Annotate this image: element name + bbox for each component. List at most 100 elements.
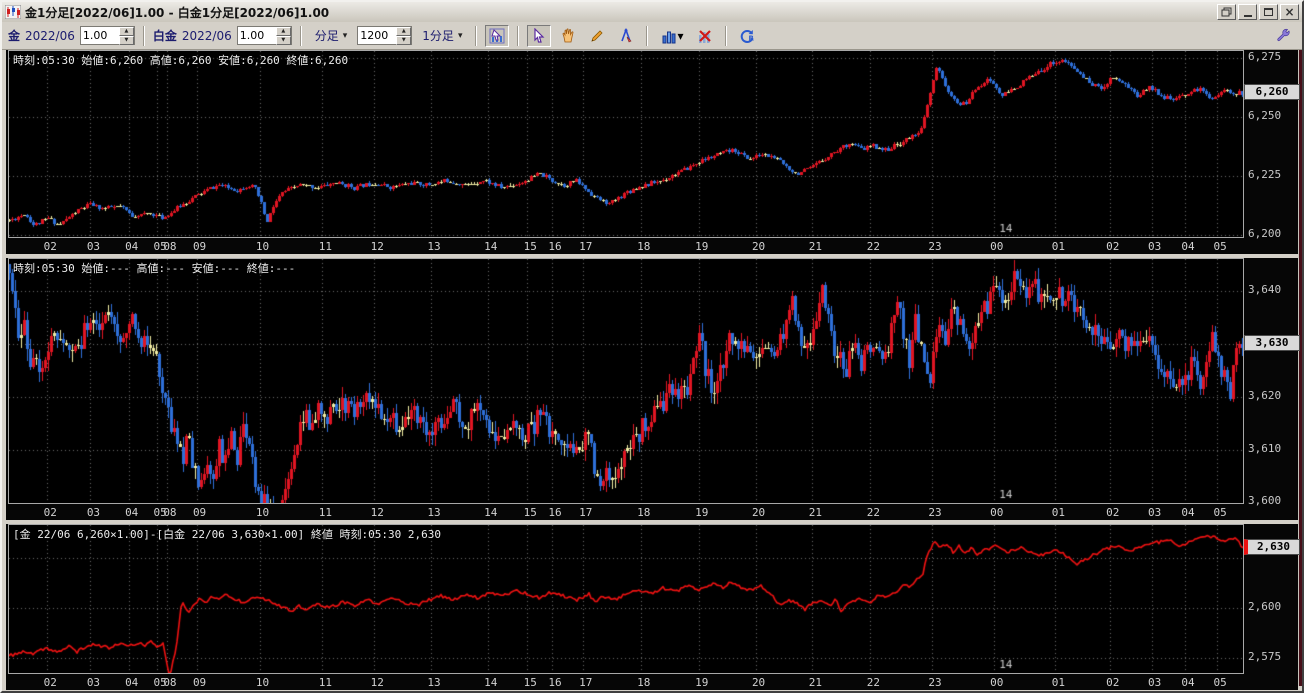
time-axis-label: 19 (695, 676, 708, 689)
platinum-candles-canvas[interactable] (9, 259, 1243, 503)
time-axis-label: 14 (484, 506, 497, 519)
price-axis-label: 3,610 (1248, 442, 1281, 455)
time-axis-label: 04 (1181, 240, 1194, 253)
spread-line-canvas[interactable] (9, 525, 1243, 673)
bar-count-spinbox[interactable]: ▲ ▼ (357, 26, 412, 45)
candlestick-app-icon (5, 5, 21, 19)
platinum-price-axis: 3,6003,6103,6203,6303,640 (1246, 258, 1298, 504)
gold-multiplier-spin-arrows[interactable]: ▲ ▼ (119, 27, 134, 44)
float-window-button[interactable] (1217, 4, 1236, 20)
gold-chart-info: 時刻:05:30 始値:6,260 高値:6,260 安値:6,260 終値:6… (13, 52, 348, 68)
refresh-button[interactable]: R (735, 25, 759, 47)
time-axis-label: 08 (163, 676, 176, 689)
price-axis-label: 3,620 (1248, 389, 1281, 402)
maximize-button[interactable] (1259, 4, 1278, 20)
time-axis-label: 22 (867, 506, 880, 519)
gold-candles-canvas[interactable] (9, 51, 1243, 237)
title-bar: 金1分足[2022/06]1.00 - 白金1分足[2022/06]1.00 × (2, 2, 1302, 22)
time-axis-label: 04 (125, 240, 138, 253)
time-axis-label: 10 (256, 240, 269, 253)
time-axis-label: 21 (809, 676, 822, 689)
chevron-down-icon: ▾ (677, 29, 683, 43)
close-button[interactable]: × (1280, 4, 1299, 20)
chart-cursor-tool-button[interactable] (485, 25, 509, 47)
spin-down-icon[interactable]: ▼ (119, 36, 134, 45)
draw-tools-button[interactable] (614, 25, 638, 47)
gold-chart-panel: 時刻:05:30 始値:6,260 高値:6,260 安値:6,260 終値:6… (6, 50, 1298, 254)
time-axis-label: 00 (990, 240, 1003, 253)
gold-price-badge: 6,260 (1244, 84, 1300, 100)
price-axis-label: 6,225 (1248, 168, 1281, 181)
pencil-icon (589, 28, 605, 44)
time-axis-label: 05 (1213, 506, 1226, 519)
time-axis-label: 05 (1213, 676, 1226, 689)
remove-chart-button[interactable] (693, 25, 717, 47)
bar-count-spin-arrows[interactable]: ▲ ▼ (396, 27, 411, 44)
wrench-icon (1276, 28, 1292, 44)
price-axis-label: 6,275 (1248, 50, 1281, 63)
time-axis-label: 10 (256, 506, 269, 519)
time-axis-label: 01 (1052, 240, 1065, 253)
time-axis-label: 18 (637, 676, 650, 689)
platinum-contract-month: 2022/06 (182, 29, 232, 43)
toolbar-separator (143, 26, 145, 46)
chart-type-button[interactable]: ▾ (656, 25, 688, 47)
minimize-button[interactable] (1238, 4, 1257, 20)
spin-up-icon[interactable]: ▲ (396, 27, 411, 36)
interval-type-dropdown[interactable]: 分足 ▾ (310, 24, 353, 47)
platinum-multiplier-spin-arrows[interactable]: ▲ ▼ (276, 27, 291, 44)
spin-down-icon[interactable]: ▼ (396, 36, 411, 45)
platinum-plot: 時刻:05:30 始値:--- 高値:--- 安値:--- 終値:--- (8, 258, 1244, 504)
float-icon (1221, 7, 1232, 17)
time-axis-label: 03 (1148, 240, 1161, 253)
bar-count-input[interactable] (358, 27, 396, 44)
platinum-price-badge: 3,630 (1244, 335, 1300, 351)
toolbar-separator (646, 26, 648, 46)
spin-down-icon[interactable]: ▼ (276, 36, 291, 45)
time-axis-label: 16 (548, 240, 561, 253)
spin-up-icon[interactable]: ▲ (119, 27, 134, 36)
time-axis-label: 14 (484, 676, 497, 689)
timeframe-dropdown[interactable]: 1分足 ▾ (417, 24, 467, 47)
spread-chart-info: [金 22/06 6,260×1.00]-[白金 22/06 3,630×1.0… (13, 526, 441, 542)
time-axis-label: 12 (371, 506, 384, 519)
time-axis-label: 04 (125, 676, 138, 689)
time-axis-label: 04 (1181, 676, 1194, 689)
pan-tool-button[interactable] (556, 25, 580, 47)
platinum-multiplier-spinbox[interactable]: ▲ ▼ (237, 26, 292, 45)
gold-contract-month: 2022/06 (25, 29, 75, 43)
settings-button[interactable] (1272, 25, 1296, 47)
time-axis-label: 11 (319, 676, 332, 689)
gold-multiplier-input[interactable] (81, 27, 119, 44)
price-axis-label: 3,600 (1248, 494, 1281, 507)
minimize-icon (1244, 15, 1252, 17)
toolbar-separator (517, 26, 519, 46)
platinum-multiplier-input[interactable] (238, 27, 276, 44)
time-axis-label: 21 (809, 240, 822, 253)
time-axis-label: 03 (87, 676, 100, 689)
bar-chart-icon (661, 28, 677, 44)
gold-symbol-label: 金 (8, 27, 20, 44)
select-tool-button[interactable] (527, 25, 551, 47)
window-title: 金1分足[2022/06]1.00 - 白金1分足[2022/06]1.00 (25, 4, 329, 21)
gold-multiplier-spinbox[interactable]: ▲ ▼ (80, 26, 135, 45)
time-axis-label: 02 (1106, 676, 1119, 689)
time-axis-label: 04 (125, 506, 138, 519)
time-axis-label: 23 (928, 506, 941, 519)
time-axis-label: 23 (928, 240, 941, 253)
time-axis-label: 02 (44, 506, 57, 519)
gold-price-axis: 6,2006,2256,2506,275 (1246, 50, 1298, 238)
spin-up-icon[interactable]: ▲ (276, 27, 291, 36)
cursor-arrow-icon (531, 28, 547, 44)
platinum-chart-panel: 時刻:05:30 始値:--- 高値:--- 安値:--- 終値:--- 3,6… (6, 258, 1298, 520)
spread-time-axis: 0203040508091011121314151617181920212223… (8, 674, 1242, 690)
price-axis-label: 2,600 (1248, 600, 1281, 613)
draw-line-tool-button[interactable] (585, 25, 609, 47)
chevron-down-icon: ▾ (343, 31, 348, 41)
platinum-chart-info: 時刻:05:30 始値:--- 高値:--- 安値:--- 終値:--- (13, 260, 295, 276)
time-axis-label: 02 (44, 240, 57, 253)
time-axis-label: 11 (319, 506, 332, 519)
toolbar-separator (475, 26, 477, 46)
time-axis-label: 09 (193, 506, 206, 519)
time-axis-label: 01 (1052, 676, 1065, 689)
